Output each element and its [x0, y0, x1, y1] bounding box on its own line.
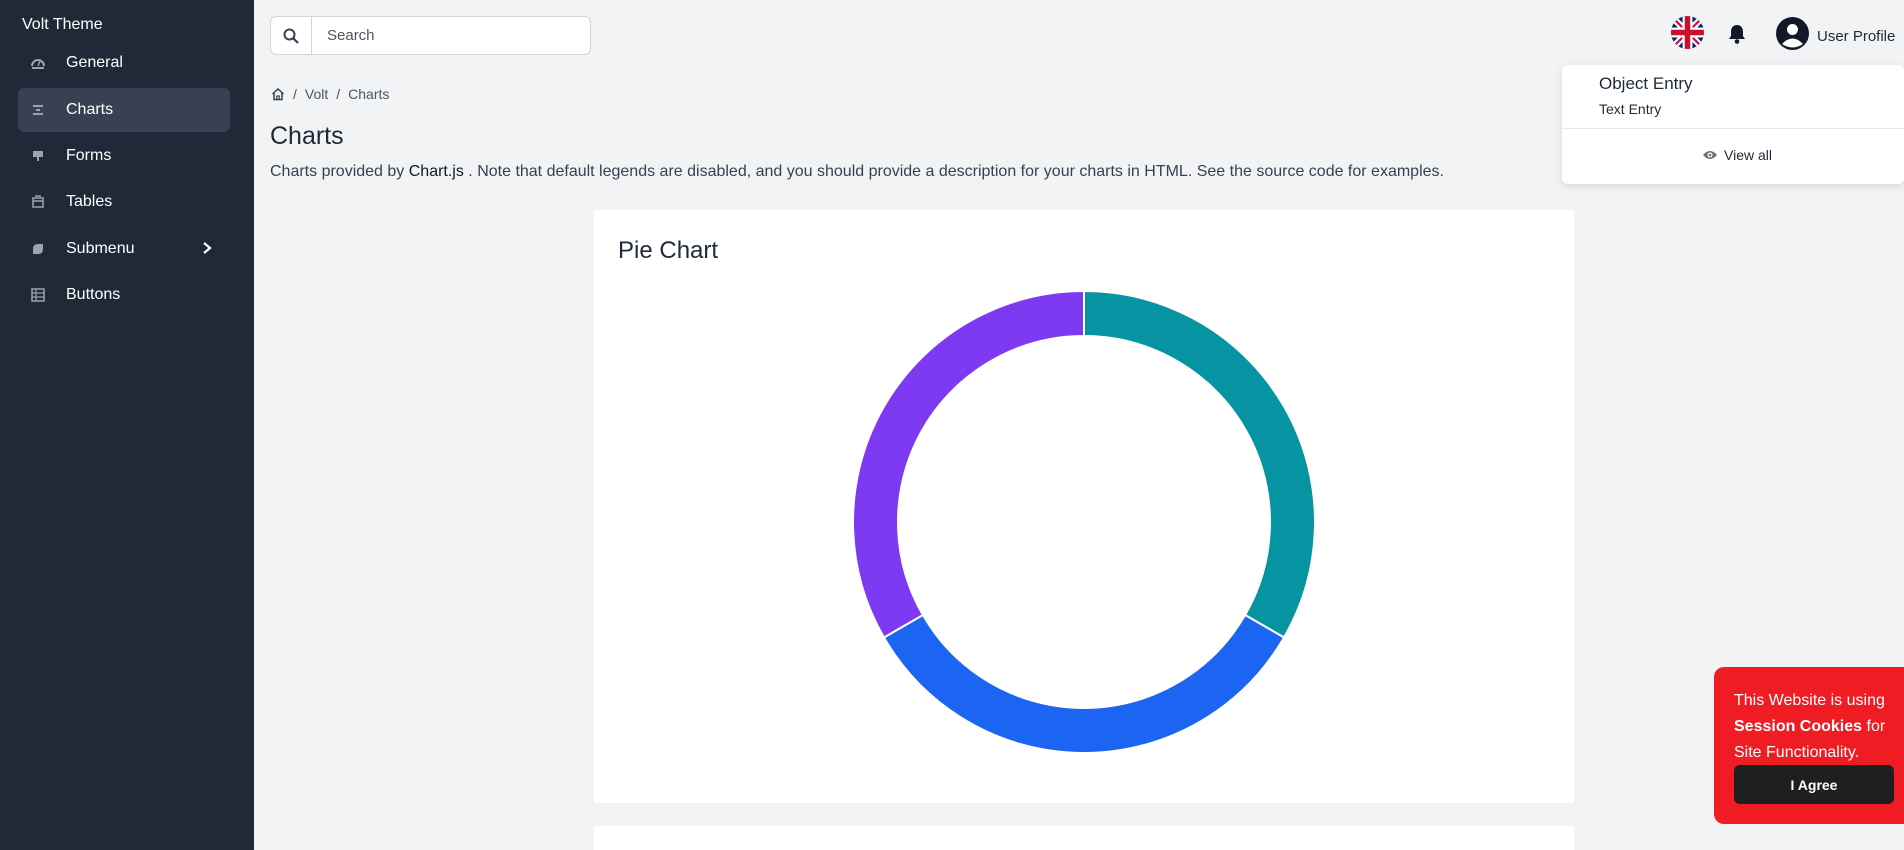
breadcrumb-item-volt[interactable]: Volt [305, 86, 328, 102]
sidebar-item-label: Tables [66, 193, 113, 210]
sidebar-item-buttons[interactable]: Buttons [18, 273, 230, 317]
search-box [270, 16, 591, 55]
description-prefix: Charts provided by [270, 163, 409, 180]
breadcrumb: / Volt / Charts [271, 86, 389, 102]
eye-icon [1702, 149, 1718, 161]
sidebar: Volt Theme General Charts Forms Tables S… [0, 0, 254, 850]
sidebar-item-label: Submenu [66, 240, 135, 257]
cookie-line1: This Website is using [1734, 692, 1885, 709]
notifications-dropdown: Object Entry Text Entry View all [1562, 65, 1904, 184]
notification-bell-icon[interactable] [1727, 23, 1747, 50]
sidebar-item-label: Forms [66, 147, 112, 164]
user-name: User Profile [1817, 27, 1896, 45]
pie-slice-0[interactable] [1083, 289, 1316, 639]
breadcrumb-item-charts: Charts [348, 86, 390, 102]
sidebar-item-forms[interactable]: Forms [18, 134, 230, 178]
view-all-link[interactable]: View all [1702, 147, 1772, 163]
home-icon[interactable] [271, 87, 285, 101]
agree-button[interactable]: I Agree [1734, 765, 1894, 804]
dropdown-divider [1562, 128, 1904, 129]
brand-title[interactable]: Volt Theme [22, 16, 103, 34]
sidebar-item-label: Charts [66, 101, 114, 118]
cookie-bold: Session Cookies [1734, 718, 1863, 735]
sidebar-item-tables[interactable]: Tables [18, 180, 230, 224]
chevron-right-icon [202, 241, 212, 260]
description-suffix: . Note that default legends are disabled… [463, 163, 1444, 180]
table-icon [28, 195, 48, 209]
sidebar-item-label: General [66, 54, 123, 71]
sidebar-item-general[interactable]: General [18, 41, 230, 85]
cookie-banner: This Website is using Session Cookies for… [1714, 667, 1904, 824]
pie-slice-1[interactable] [882, 613, 1286, 754]
view-all-label: View all [1724, 147, 1772, 163]
page-description: Charts provided by Chart.js . Note that … [270, 163, 1444, 181]
chart-icon [28, 103, 48, 117]
dropdown-entry-title[interactable]: Object Entry [1599, 74, 1693, 94]
sidebar-item-charts[interactable]: Charts [18, 88, 230, 132]
sidebar-item-submenu[interactable]: Submenu [18, 227, 230, 271]
dashboard-icon [28, 56, 48, 70]
sidebar-item-label: Buttons [66, 286, 121, 303]
avatar-icon [1776, 17, 1809, 55]
breadcrumb-separator: / [293, 86, 297, 102]
grid-icon [28, 288, 48, 302]
user-profile-menu[interactable]: User Profile [1776, 17, 1895, 55]
pie-slice-2[interactable] [852, 289, 1085, 639]
page-title: Charts [270, 122, 344, 150]
chartjs-link[interactable]: Chart.js [409, 163, 464, 180]
pie-chart-card: Pie Chart [594, 210, 1574, 803]
language-flag-icon[interactable] [1671, 16, 1704, 49]
submenu-icon [28, 242, 48, 256]
cookie-message: This Website is using Session Cookies for… [1734, 688, 1904, 766]
next-chart-card [594, 826, 1574, 850]
search-icon[interactable] [271, 17, 312, 54]
dropdown-entry-text: Text Entry [1599, 101, 1662, 117]
forms-icon [28, 149, 48, 163]
pie-chart [852, 289, 1316, 754]
search-input[interactable] [327, 27, 577, 44]
breadcrumb-separator: / [336, 86, 341, 102]
